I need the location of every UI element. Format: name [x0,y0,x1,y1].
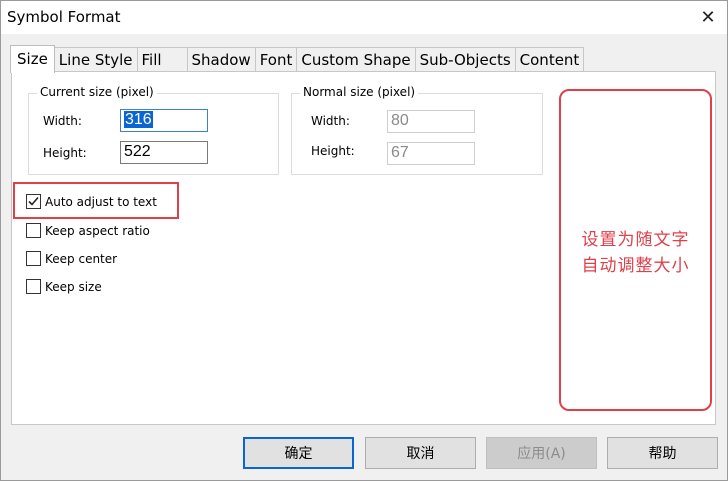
normal-height-label: Height: [311,144,355,158]
annotation-note-text: 设置为随文字 自动调整大小 [561,227,710,279]
normal-width-label: Width: [311,114,350,128]
keep-aspect-ratio-checkbox[interactable]: Keep aspect ratio [26,223,150,238]
checkbox-unchecked [26,223,41,238]
annotation-line-2: 自动调整大小 [581,256,690,276]
current-height-input[interactable]: 522 [120,141,208,164]
current-size-group: Current size (pixel) Width: 316 Height: … [28,85,279,175]
ok-button[interactable]: 确定 [243,437,354,469]
apply-button[interactable]: 应用(A) [486,437,597,469]
current-size-legend: Current size (pixel) [37,85,157,99]
annotation-note: 设置为随文字 自动调整大小 [559,89,712,411]
cancel-button[interactable]: 取消 [365,437,476,469]
normal-height-value: 67 [391,144,409,161]
keep-aspect-ratio-label: Keep aspect ratio [45,223,150,238]
tab-size[interactable]: Size [10,45,55,73]
symbol-format-dialog: Symbol Format ✕ Size Line Style Fill Sha… [0,0,728,481]
keep-center-checkbox[interactable]: Keep center [26,251,117,266]
keep-size-checkbox[interactable]: Keep size [26,279,102,294]
tab-content[interactable]: Content [514,47,585,72]
normal-width-input[interactable]: 80 [387,110,475,133]
current-width-label: Width: [43,114,82,128]
current-height-value: 522 [124,143,151,160]
current-width-input[interactable]: 316 [120,109,208,132]
keep-center-label: Keep center [45,251,118,266]
window-title: Symbol Format [7,8,121,26]
normal-height-input[interactable]: 67 [387,142,475,165]
checkbox-unchecked [26,279,41,294]
normal-size-group: Normal size (pixel) Width: 80 Height: 67 [291,85,543,175]
tab-font[interactable]: Font [254,47,298,72]
tab-line-style[interactable]: Line Style [53,47,138,72]
help-button[interactable]: 帮助 [607,437,718,469]
checkbox-unchecked [26,251,41,266]
annotation-line-1: 设置为随文字 [581,230,690,250]
title-bar: Symbol Format ✕ [1,1,727,34]
current-height-label: Height: [43,146,87,160]
tab-sub-objects[interactable]: Sub-Objects [414,47,516,72]
tab-shadow[interactable]: Shadow [186,47,256,72]
current-width-value: 316 [124,111,153,128]
normal-width-value: 80 [391,112,409,129]
normal-size-legend: Normal size (pixel) [300,85,419,99]
tab-custom-shape[interactable]: Custom Shape [296,47,416,72]
close-button[interactable]: ✕ [695,5,721,29]
annotation-highlight-box [13,182,179,219]
tab-fill[interactable]: Fill [136,47,188,72]
close-icon: ✕ [700,6,716,28]
tab-bar: Size Line Style Fill Shadow Font Custom … [10,45,585,73]
keep-size-label: Keep size [45,279,102,294]
